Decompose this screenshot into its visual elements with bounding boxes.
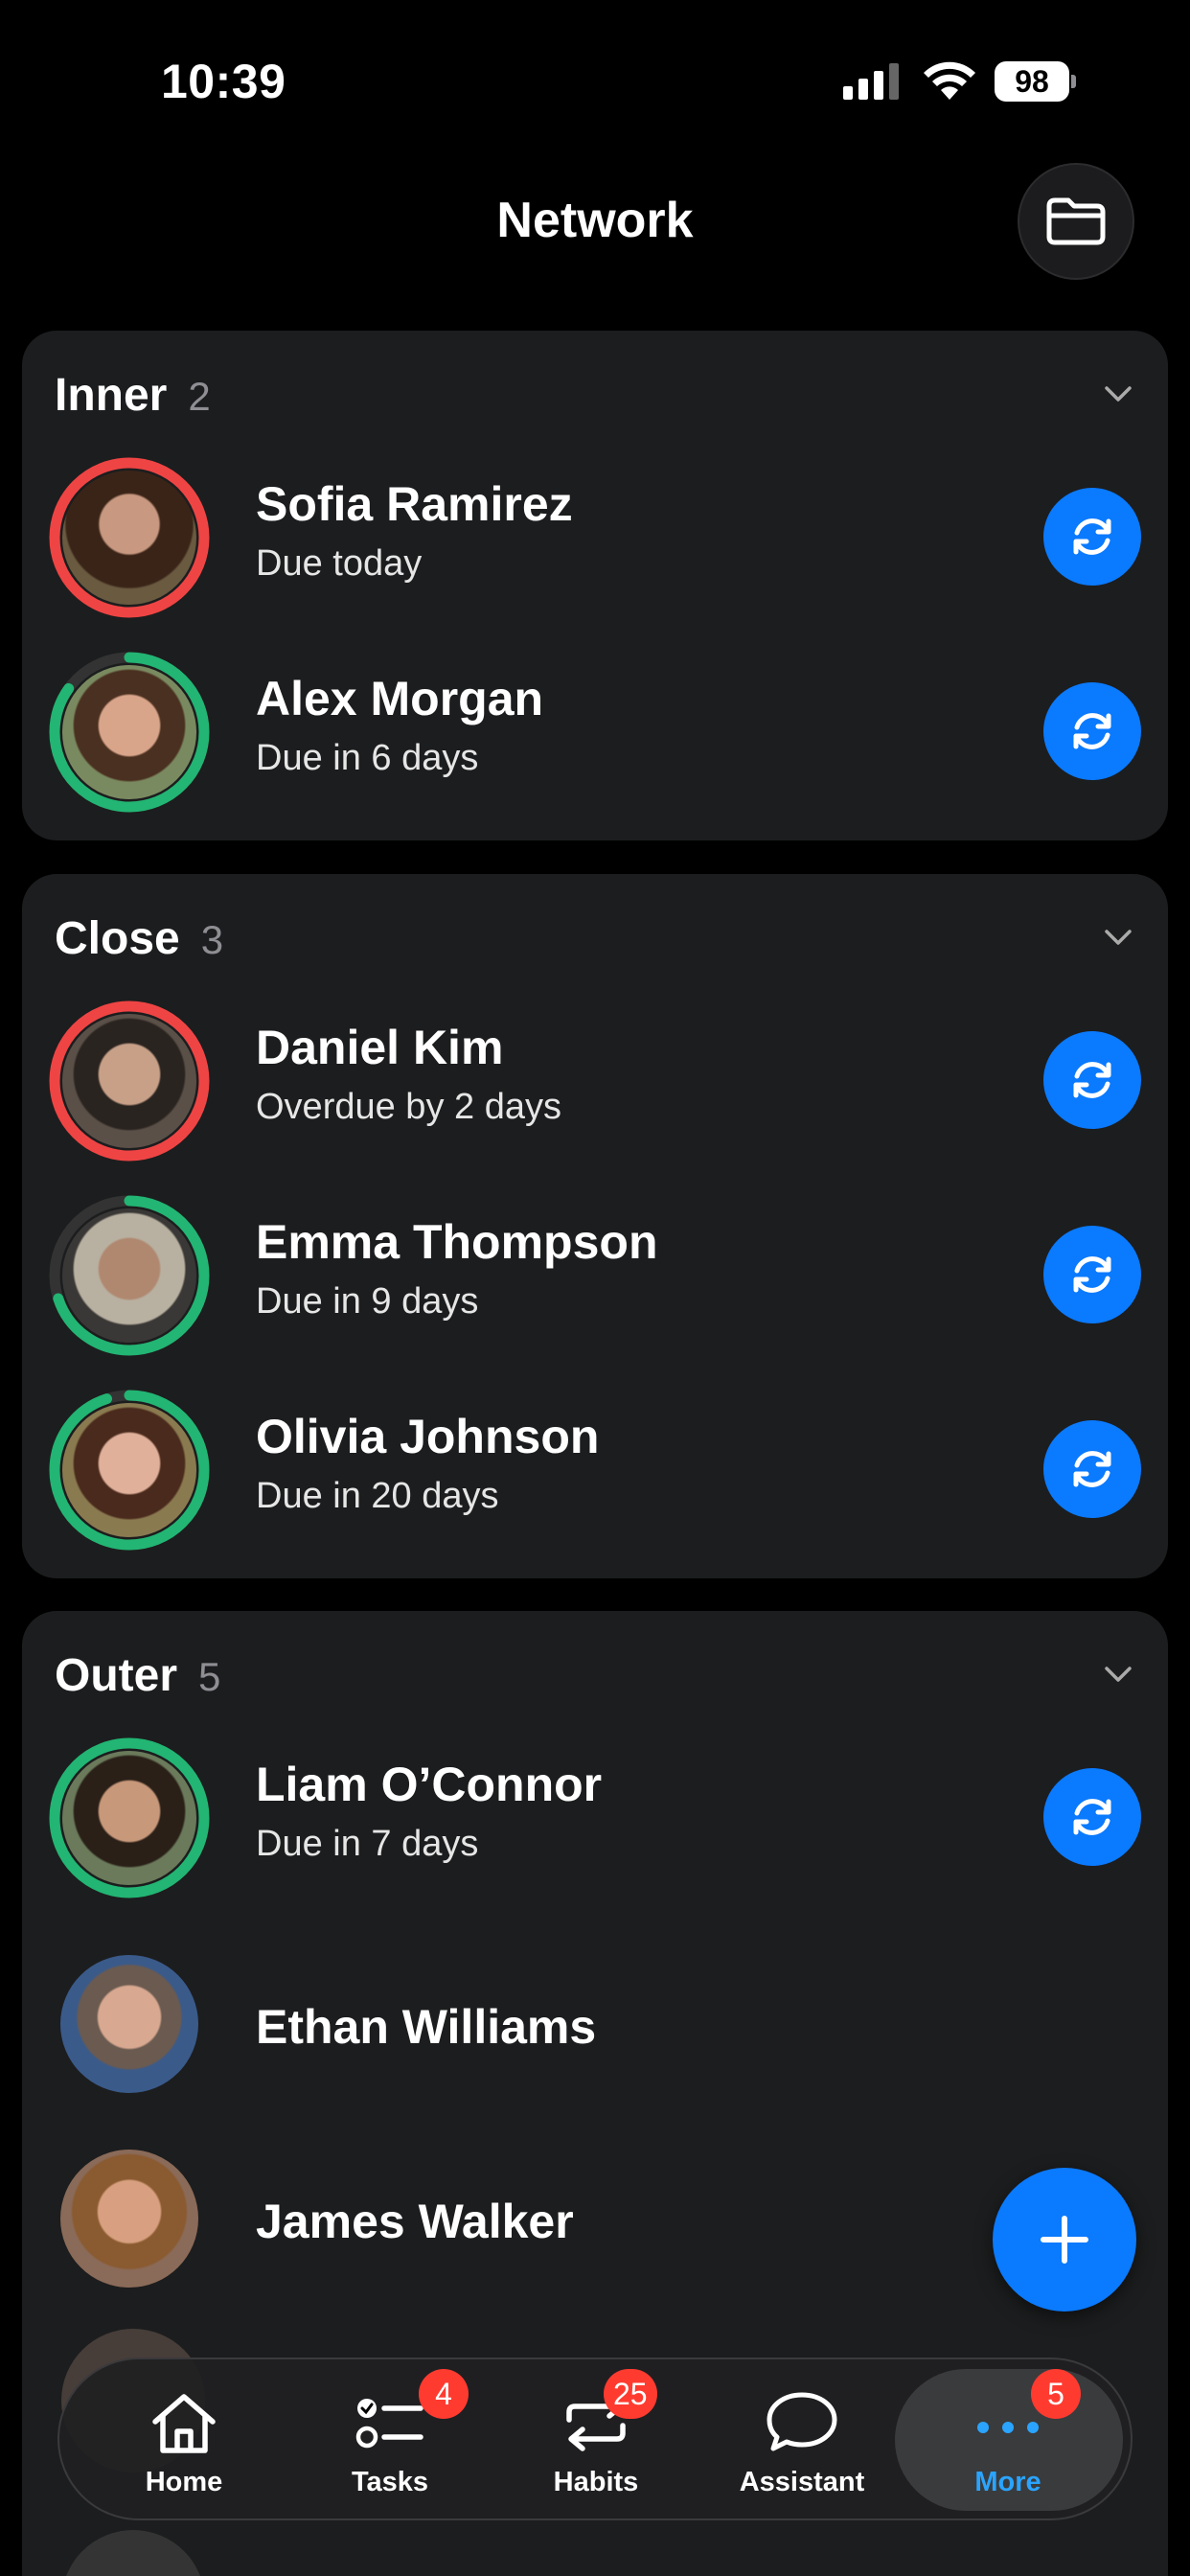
contact-due-status: Overdue by 2 days [256,1087,561,1127]
contact-due-status: Due in 9 days [256,1281,479,1322]
contact-row[interactable]: Emma Thompson Due in 9 days [22,1193,1168,1366]
battery-level: 98 [995,61,1069,102]
habits-badge: 25 [604,2369,657,2419]
chevron-down-icon[interactable] [1103,1665,1133,1684]
chevron-down-icon[interactable] [1103,384,1133,403]
group-count: 5 [198,1654,221,1699]
refresh-icon [1073,518,1111,555]
group-title: Inner [55,370,168,421]
group-title: Outer [55,1650,178,1701]
contact-name: Olivia Johnson [256,1410,600,1463]
avatar [47,455,212,620]
avatar [47,2136,212,2301]
contact-name: Alex Morgan [256,672,544,725]
contact-name: Daniel Kim [256,1021,504,1074]
wifi-icon [924,61,975,100]
folder-button[interactable] [1018,163,1134,280]
refresh-icon [1073,1062,1111,1098]
folder-icon [1046,197,1106,245]
tab-assistant[interactable]: Assistant [706,2359,898,2522]
tab-label: Habits [553,2467,639,2497]
tab-label: More [974,2467,1041,2497]
sync-button[interactable] [1043,1031,1141,1129]
tab-label: Home [145,2467,223,2497]
contact-name: Ethan Williams [256,2000,597,2054]
tasks-icon [355,2399,423,2449]
battery-icon: 98 [995,61,1077,102]
group-title: Close [55,913,180,964]
contact-name: Sofia Ramirez [256,477,573,531]
group-card-close: Close 3 Daniel Kim Overdue by 2 days Emm… [22,874,1168,1578]
avatar [47,1942,212,2106]
sync-button[interactable] [1043,1420,1141,1518]
tab-label: Assistant [739,2467,865,2497]
sync-button[interactable] [1043,682,1141,780]
cellular-signal-icon [843,63,899,100]
home-icon [152,2394,216,2453]
group-count: 3 [200,917,224,962]
status-time: 10:39 [161,55,286,108]
avatar [47,999,212,1163]
tab-habits[interactable]: Habits 25 [500,2359,692,2522]
contact-due-status: Due in 6 days [256,738,479,778]
sync-button[interactable] [1043,1226,1141,1323]
avatar [47,1388,212,1552]
refresh-icon [1073,713,1111,749]
tab-more[interactable]: More 5 [912,2359,1104,2522]
contact-row[interactable]: Daniel Kim Overdue by 2 days [22,999,1168,1171]
status-bar: 10:39 98 [0,0,1190,163]
refresh-icon [1073,1256,1111,1293]
avatar [47,1736,212,1900]
tab-bar: Home Tasks 4 Habits 25 Assistant More 5 [57,2358,1133,2520]
contact-due-status: Due today [256,543,423,584]
group-header[interactable]: Close 3 [55,912,223,965]
page-title: Network [496,193,694,248]
contact-row[interactable]: Olivia Johnson Due in 20 days [22,1388,1168,1560]
plus-icon [1041,2216,1088,2264]
sync-button[interactable] [1043,488,1141,586]
contact-due-status: Due in 7 days [256,1824,479,1864]
avatar [47,650,212,815]
contact-name: James Walker [256,2195,574,2248]
contact-due-status: Due in 20 days [256,1476,499,1516]
group-header[interactable]: Inner 2 [55,369,211,422]
group-header[interactable]: Outer 5 [55,1649,220,1702]
avatar [47,1193,212,1358]
contact-name: Liam O’Connor [256,1758,603,1811]
tab-label: Tasks [351,2467,429,2497]
refresh-icon [1073,1799,1111,1835]
tasks-badge: 4 [419,2369,469,2419]
chevron-down-icon[interactable] [1103,928,1133,947]
contact-row[interactable]: Ethan Williams [22,1942,1168,2114]
group-count: 2 [188,374,211,419]
group-card-inner: Inner 2 Sofia Ramirez Due today Alex Mor… [22,331,1168,840]
more-badge: 5 [1031,2369,1081,2419]
contact-row[interactable]: Alex Morgan Due in 6 days [22,650,1168,822]
tab-home[interactable]: Home [88,2359,280,2522]
contact-name: Emma Thompson [256,1215,658,1269]
refresh-icon [1073,1451,1111,1487]
chat-icon [767,2392,837,2451]
contact-row[interactable]: Sofia Ramirez Due today [22,455,1168,628]
sync-button[interactable] [1043,1768,1141,1866]
contact-row[interactable]: Liam O’Connor Due in 7 days [22,1736,1168,1908]
tab-tasks[interactable]: Tasks 4 [294,2359,486,2522]
add-contact-button[interactable] [993,2168,1136,2312]
